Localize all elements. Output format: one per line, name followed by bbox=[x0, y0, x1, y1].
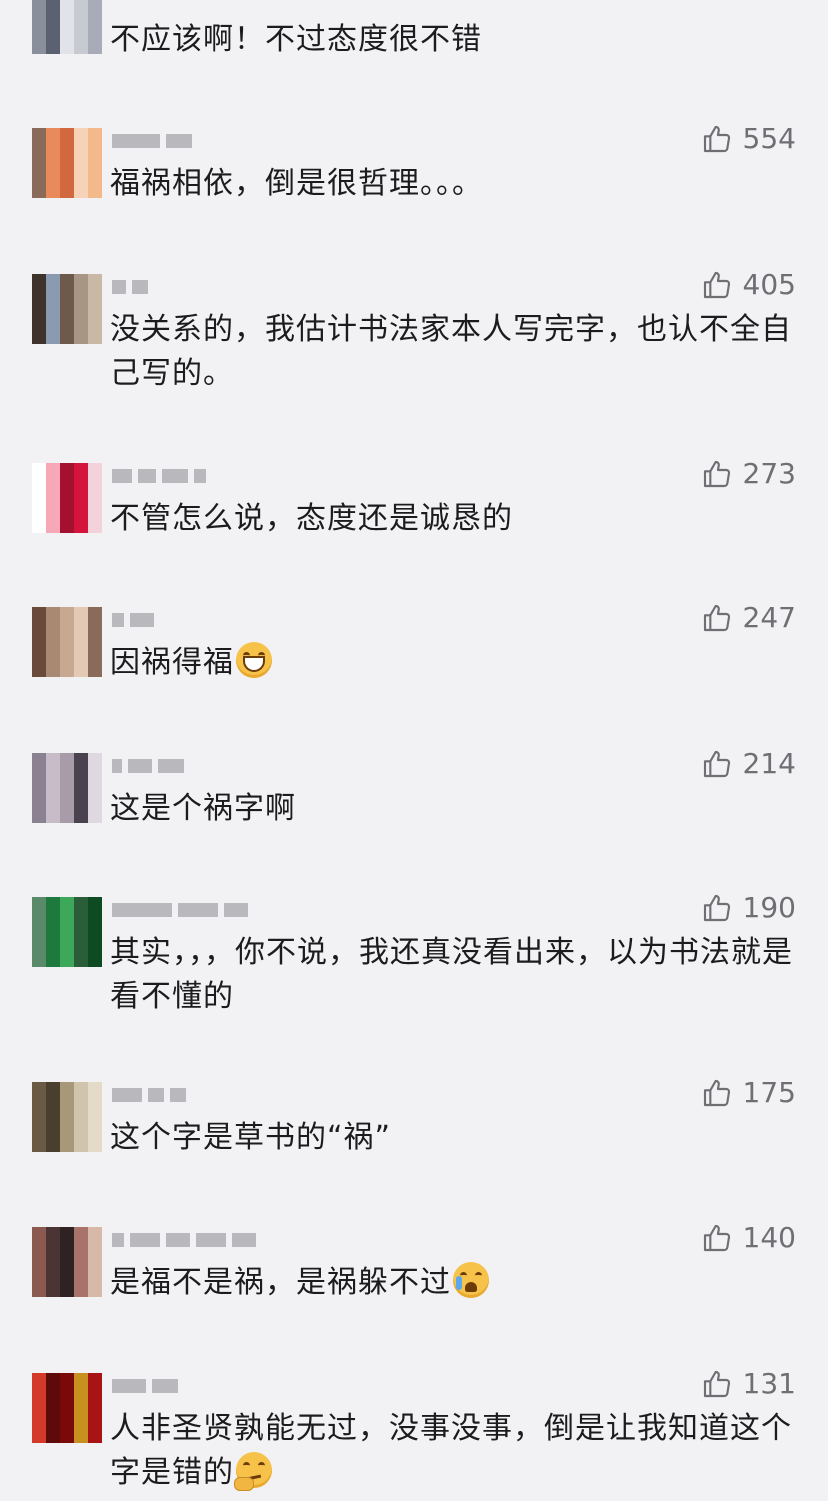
grin-emoji-icon bbox=[236, 642, 272, 678]
avatar[interactable] bbox=[32, 274, 102, 344]
avatar[interactable] bbox=[32, 1082, 102, 1152]
like-button[interactable]: 131 bbox=[701, 1367, 796, 1400]
username-blurred[interactable] bbox=[112, 609, 154, 631]
username-blurred[interactable] bbox=[112, 465, 206, 487]
thumbs-up-icon bbox=[701, 892, 733, 924]
username-blurred[interactable] bbox=[112, 1229, 256, 1251]
avatar[interactable] bbox=[32, 897, 102, 967]
like-count: 554 bbox=[742, 122, 796, 155]
username-blurred[interactable] bbox=[112, 276, 148, 298]
like-count: 175 bbox=[742, 1076, 796, 1109]
comment-text: 是福不是祸，是祸躲不过 bbox=[110, 1261, 800, 1305]
comment-text: 不应该啊！不过态度很不错 bbox=[110, 22, 482, 57]
like-count: 140 bbox=[742, 1221, 796, 1254]
username-blurred[interactable] bbox=[112, 899, 248, 921]
thumbs-up-icon bbox=[701, 458, 733, 490]
like-button[interactable]: 175 bbox=[701, 1076, 796, 1109]
like-count: 190 bbox=[742, 891, 796, 924]
username-blurred[interactable] bbox=[112, 755, 184, 777]
username-blurred[interactable] bbox=[112, 130, 192, 152]
avatar[interactable] bbox=[32, 0, 102, 54]
username-blurred[interactable] bbox=[112, 1084, 186, 1106]
avatar[interactable] bbox=[32, 128, 102, 198]
avatar[interactable] bbox=[32, 463, 102, 533]
comment-text: 不管怎么说，态度还是诚恳的 bbox=[110, 501, 513, 536]
comment-text: 其实，，，你不说，我还真没看出来，以为书法就是看不懂的 bbox=[110, 935, 793, 1014]
thumbs-up-icon bbox=[701, 269, 733, 301]
thumbs-up-icon bbox=[701, 1222, 733, 1254]
avatar[interactable] bbox=[32, 1373, 102, 1443]
thumbs-up-icon bbox=[701, 1077, 733, 1109]
like-count: 405 bbox=[742, 268, 796, 301]
like-button[interactable]: 214 bbox=[701, 747, 796, 780]
comment-text: 这个字是草书的“祸” bbox=[110, 1120, 392, 1155]
like-button[interactable]: 405 bbox=[701, 268, 796, 301]
like-count: 247 bbox=[742, 601, 796, 634]
like-button[interactable]: 273 bbox=[701, 457, 796, 490]
comment-text: 因祸得福 bbox=[110, 641, 800, 685]
like-count: 273 bbox=[742, 457, 796, 490]
thumbs-up-icon bbox=[701, 1368, 733, 1400]
like-count: 214 bbox=[742, 747, 796, 780]
like-count: 131 bbox=[742, 1367, 796, 1400]
username-blurred[interactable] bbox=[112, 1375, 178, 1397]
like-button[interactable]: 247 bbox=[701, 601, 796, 634]
thumbs-up-icon bbox=[701, 602, 733, 634]
avatar[interactable] bbox=[32, 1227, 102, 1297]
cry-emoji-icon bbox=[453, 1262, 489, 1298]
comment-text: 福祸相依，倒是很哲理。。。 bbox=[110, 166, 483, 201]
like-button[interactable]: 190 bbox=[701, 891, 796, 924]
like-button[interactable]: 140 bbox=[701, 1221, 796, 1254]
avatar[interactable] bbox=[32, 753, 102, 823]
comment-text: 人非圣贤孰能无过，没事没事，倒是让我知道这个字是错的 bbox=[110, 1411, 792, 1491]
avatar[interactable] bbox=[32, 607, 102, 677]
think-emoji-icon bbox=[234, 1452, 272, 1491]
thumbs-up-icon bbox=[701, 748, 733, 780]
comment-text: 这是个祸字啊 bbox=[110, 791, 296, 826]
comment-text: 没关系的，我估计书法家本人写完字，也认不全自己写的。 bbox=[110, 312, 792, 391]
thumbs-up-icon bbox=[701, 123, 733, 155]
like-button[interactable]: 554 bbox=[701, 122, 796, 155]
